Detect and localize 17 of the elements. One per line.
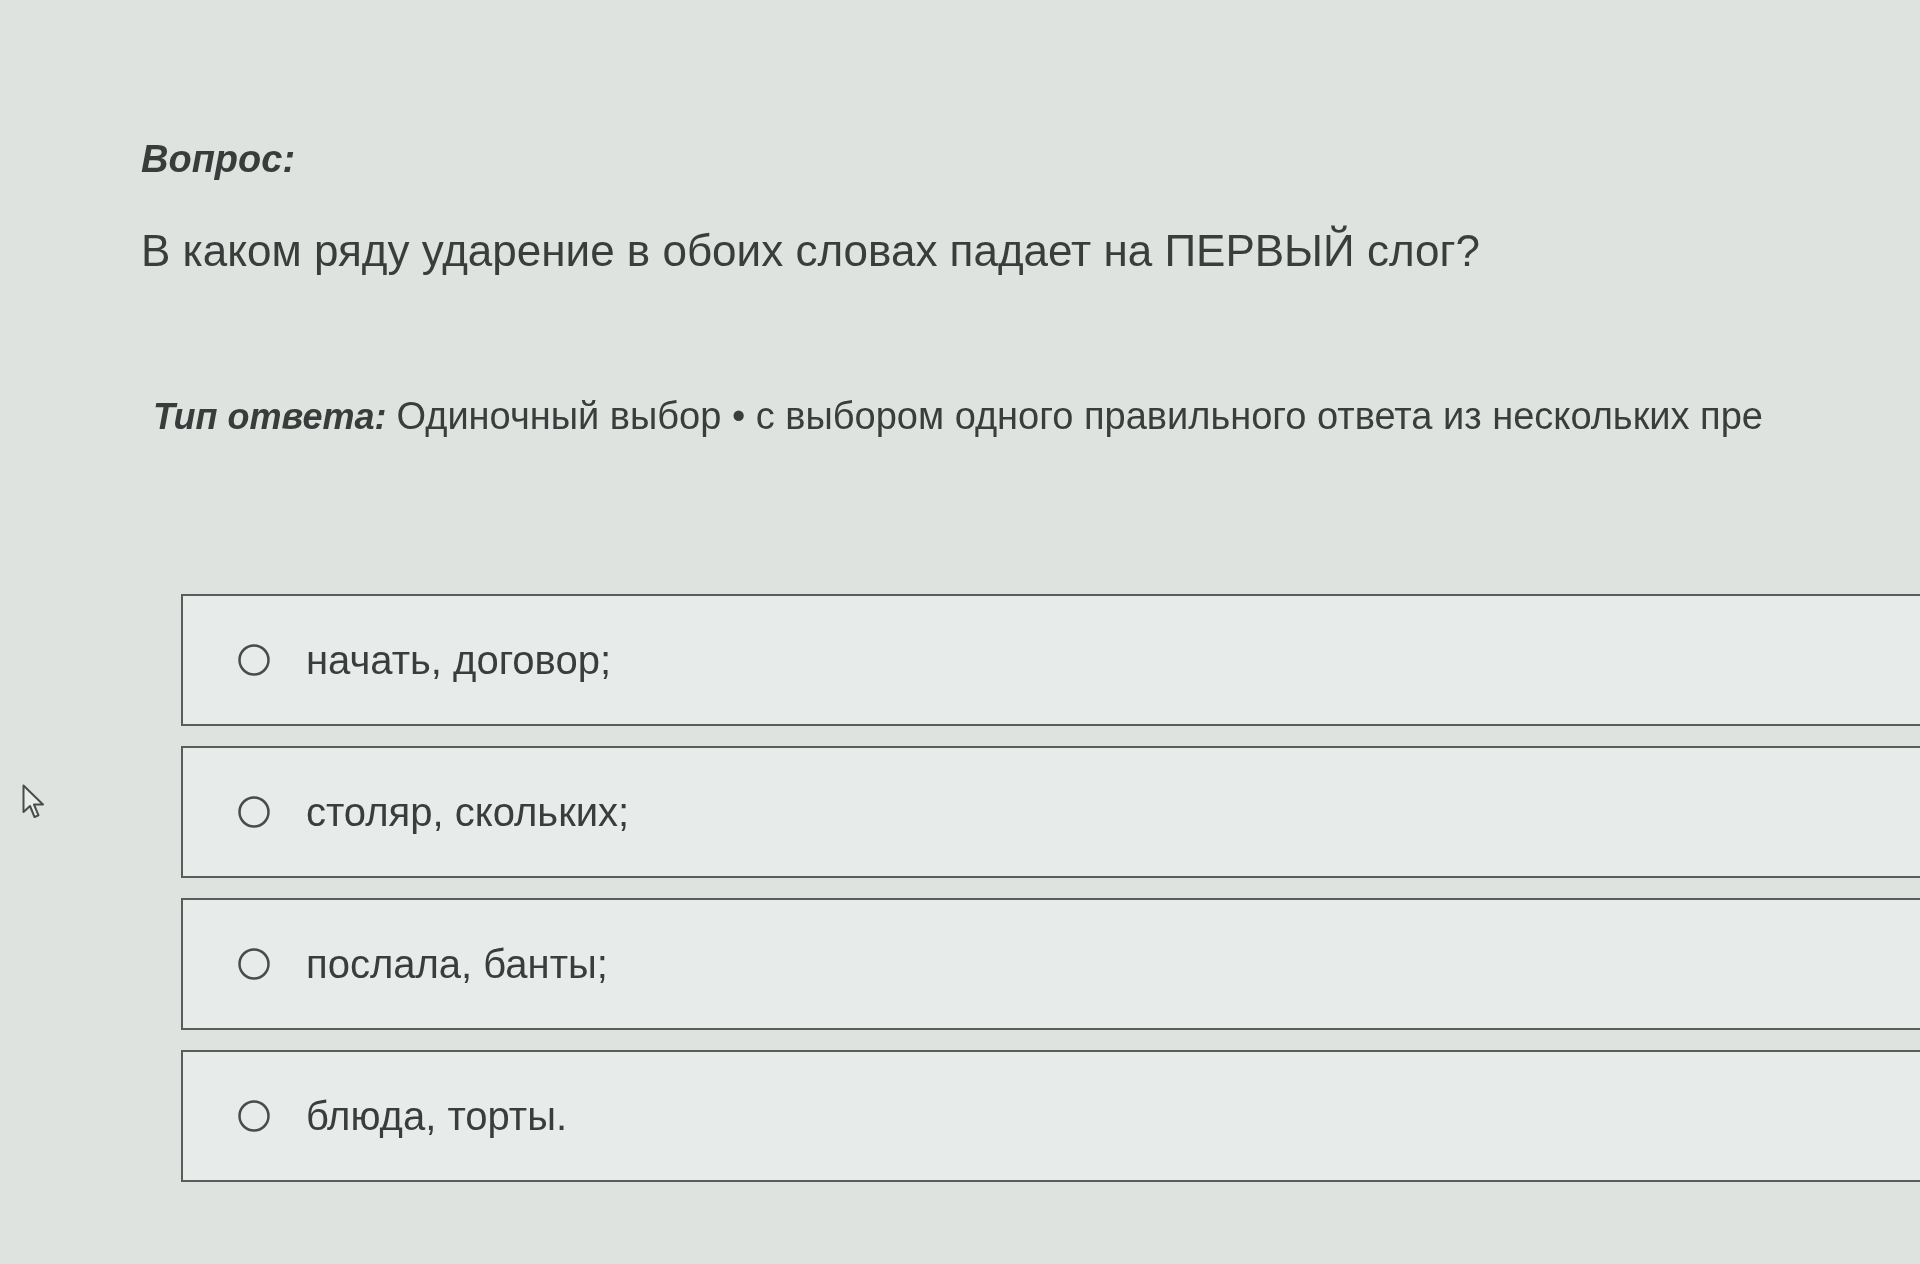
radio-button[interactable] <box>238 1100 270 1132</box>
answer-option[interactable]: блюда, торты. <box>181 1050 1920 1182</box>
pointer-icon <box>22 784 46 820</box>
question-text: В каком ряду ударение в обоих словах падает на ПЕРВЫЙ слог? <box>141 226 1481 276</box>
option-text: блюда, торты. <box>306 1093 568 1139</box>
answer-option[interactable]: начать, договор; <box>181 594 1920 726</box>
option-text: начать, договор; <box>306 637 611 683</box>
answer-type-label: Тип ответа: <box>153 396 387 438</box>
answer-option[interactable]: столяр, скольких; <box>181 746 1920 878</box>
answer-type-text: Одиночный выбор • с выбором одного правильного ответа из нескольких пре <box>396 395 1763 438</box>
radio-button[interactable] <box>238 948 270 980</box>
radio-button[interactable] <box>238 796 270 828</box>
question-label: Вопрос: <box>141 138 296 181</box>
answer-option[interactable]: послала, банты; <box>181 898 1920 1030</box>
option-text: столяр, скольких; <box>306 789 630 835</box>
radio-button[interactable] <box>238 644 270 676</box>
option-text: послала, банты; <box>306 941 608 987</box>
